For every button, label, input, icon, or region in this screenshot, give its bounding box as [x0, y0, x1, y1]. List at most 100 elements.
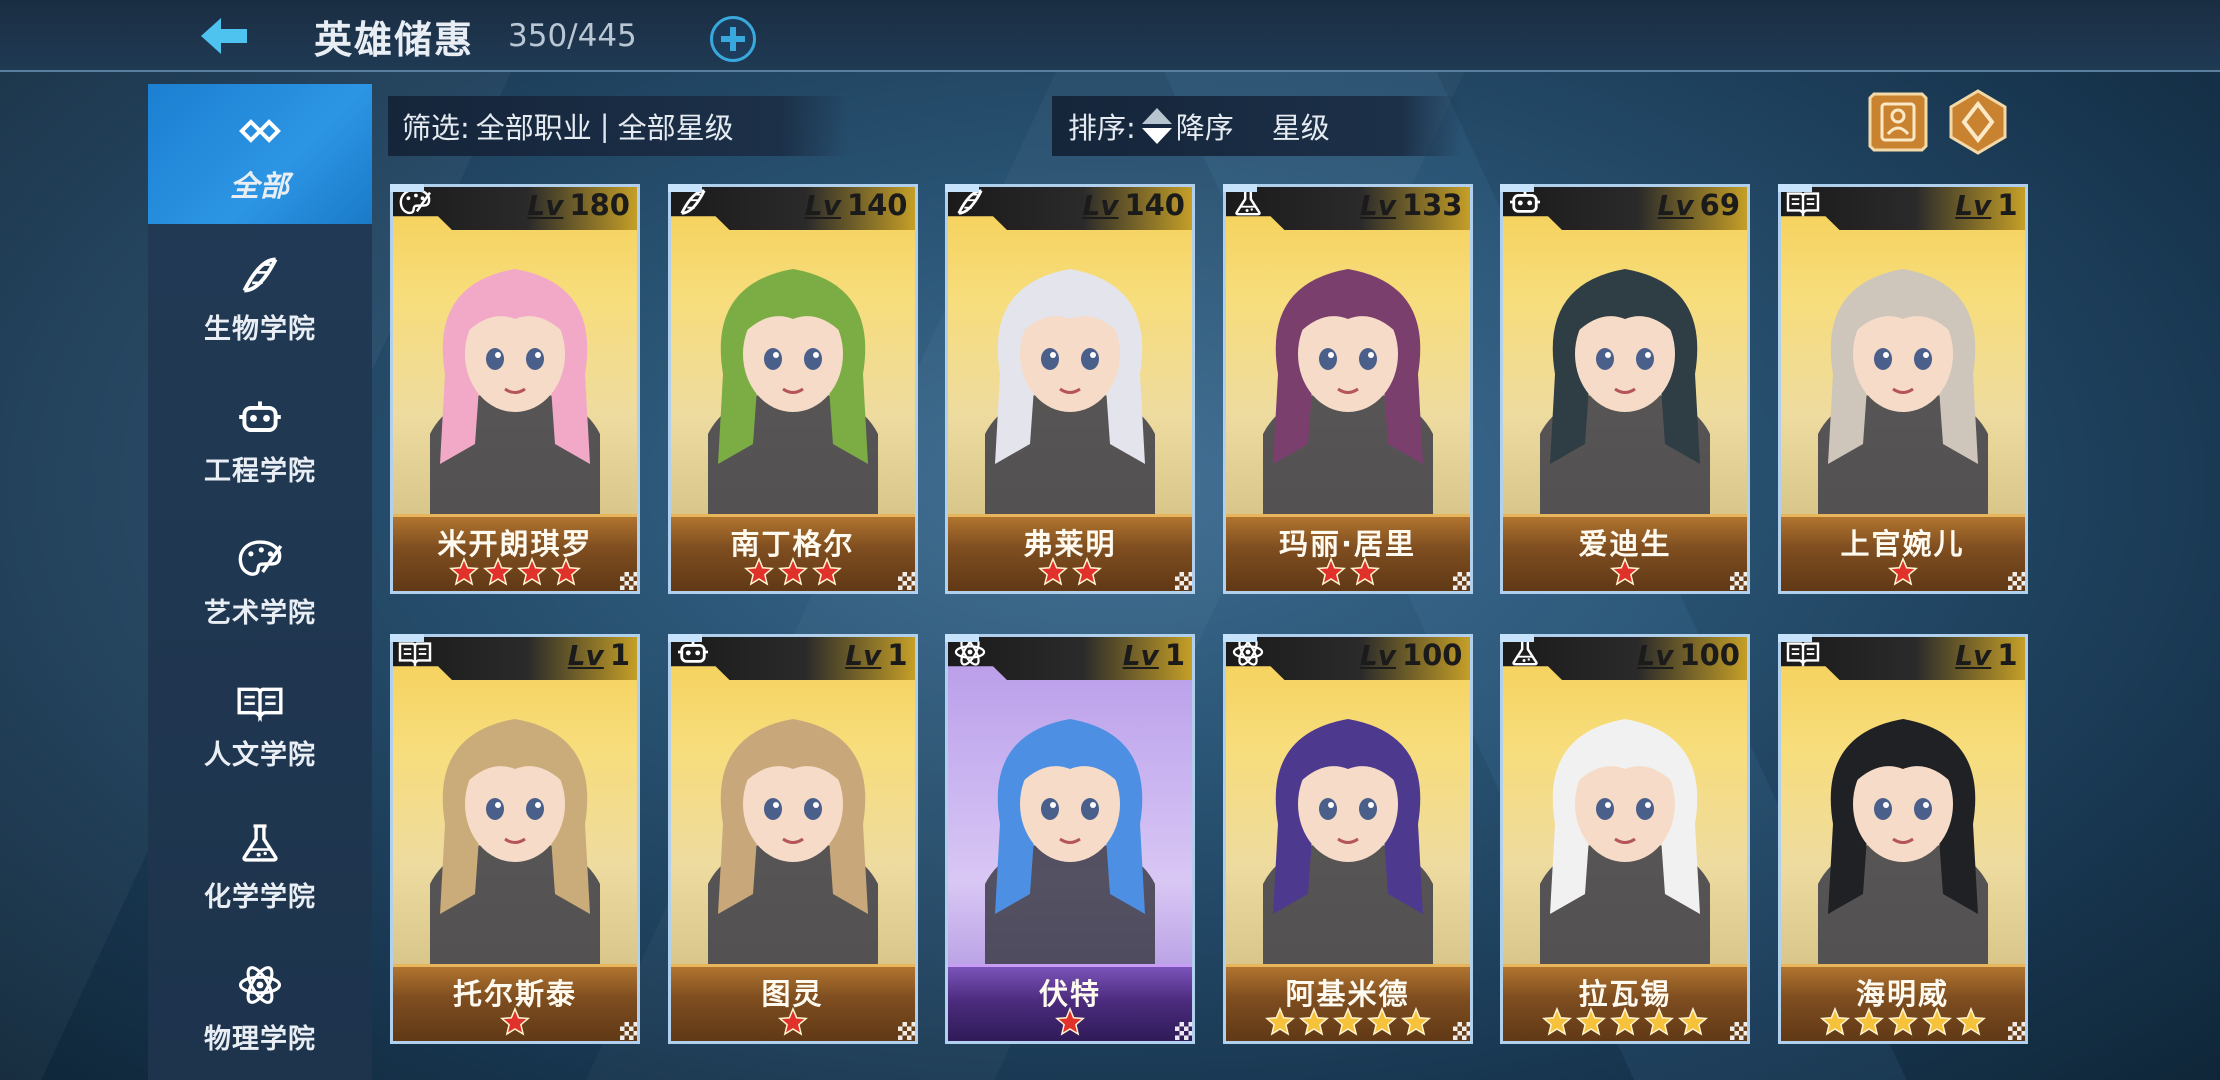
hero-name-bar: 图灵	[667, 964, 918, 1044]
checker-mark-icon	[620, 572, 638, 590]
sort-field-button[interactable]: 星级	[1272, 105, 1330, 147]
sidebar-item-flask[interactable]: 化学学院	[148, 794, 372, 934]
hero-portrait	[1777, 634, 2028, 964]
sidebar-item-book[interactable]: 人文学院	[148, 652, 372, 792]
hero-card[interactable]: Lv 1 海明威	[1777, 634, 2028, 1044]
sidebar-item-label: 全部	[229, 169, 290, 203]
level-prefix: Lv	[845, 638, 882, 672]
hero-card[interactable]: Lv 133 玛丽·居里	[1222, 184, 1473, 594]
hero-card[interactable]: Lv 180 米开朗琪罗	[390, 184, 640, 594]
hero-card[interactable]: Lv 1 伏特	[945, 634, 1195, 1044]
hero-level: Lv 140	[805, 188, 908, 222]
add-capacity-button[interactable]	[710, 16, 756, 62]
sidebar-item-atom[interactable]: 物理学院	[148, 936, 372, 1076]
hero-stars	[1223, 556, 1473, 589]
hero-stars	[1223, 1006, 1473, 1039]
hero-name-bar: 拉瓦锡	[1500, 964, 1750, 1044]
profile-card-button[interactable]	[1864, 88, 1932, 156]
star-icon	[1609, 1006, 1641, 1039]
star-icon	[1921, 1006, 1952, 1039]
hero-artwork	[1778, 224, 2028, 514]
level-prefix: Lv	[1657, 188, 1694, 222]
hero-portrait	[1500, 184, 1750, 514]
hero-card[interactable]: Lv 1 图灵	[667, 634, 918, 1044]
level-prefix: Lv	[527, 188, 564, 222]
hero-portrait	[390, 184, 640, 514]
flask-icon	[1506, 637, 1544, 667]
hero-card[interactable]: Lv 100 阿基米德	[1222, 634, 1473, 1044]
star-icon	[1955, 1006, 1986, 1039]
hero-artwork	[390, 224, 640, 514]
hero-stars	[945, 1006, 1195, 1039]
book-icon	[396, 637, 434, 667]
hero-portrait	[667, 184, 918, 514]
hero-artwork	[1223, 224, 1473, 514]
hero-name-bar: 上官婉儿	[1777, 514, 2028, 594]
book-icon	[1784, 187, 1822, 217]
sidebar-item-label: 工程学院	[204, 455, 316, 487]
sidebar-item-label: 艺术学院	[204, 597, 316, 629]
sidebar-item-dna[interactable]: 生物学院	[148, 226, 372, 366]
sort-order-icon[interactable]	[1140, 106, 1174, 146]
palette-icon	[396, 187, 434, 217]
hero-artwork	[1778, 674, 2028, 964]
checker-mark-icon	[2007, 572, 2026, 590]
star-icon	[550, 556, 582, 589]
hero-card[interactable]: Lv 69 爱迪生	[1500, 184, 1750, 594]
level-value: 1	[609, 638, 630, 672]
hero-card[interactable]: Lv 140 弗莱明	[945, 184, 1195, 594]
hero-card[interactable]: Lv 140 南丁格尔	[667, 184, 918, 594]
star-icon	[1332, 1006, 1363, 1039]
filter-profession[interactable]: 全部职业	[476, 105, 592, 147]
star-icon	[1541, 1006, 1573, 1039]
sidebar-item-palette[interactable]: 艺术学院	[148, 510, 372, 650]
filter-separator: |	[599, 109, 610, 143]
infinity-icon	[228, 103, 292, 159]
level-prefix: Lv	[1359, 188, 1396, 222]
hero-card[interactable]: Lv 1 上官婉儿	[1777, 184, 2028, 594]
hero-level: Lv 100	[1360, 638, 1463, 672]
dna-icon	[951, 187, 989, 217]
hero-name-bar: 海明威	[1777, 964, 2028, 1044]
college-sidebar: 全部生物学院工程学院艺术学院人文学院化学学院物理学院	[148, 84, 372, 1080]
hero-name-bar: 玛丽·居里	[1222, 514, 1473, 594]
checker-mark-icon	[1730, 1022, 1748, 1040]
hero-collection-screen: 英雄储惠 350/445 全部 生物学院 工程学院 艺术学院 人文学院 化学学院 物理学院 …	[0, 0, 2220, 1080]
filter-bar[interactable]: 筛选: 全部职业 | 全部星级	[388, 96, 848, 156]
level-value: 133	[1401, 188, 1463, 222]
hero-name-bar: 米开朗琪罗	[390, 514, 640, 594]
sidebar-item-all[interactable]: 全部	[148, 84, 372, 224]
hero-card[interactable]: Lv 1 托尔斯泰	[390, 634, 640, 1044]
star-icon	[777, 1006, 808, 1039]
atom-icon	[1229, 637, 1267, 667]
checker-mark-icon	[1452, 572, 1471, 590]
hero-artwork	[1500, 674, 1750, 964]
hero-stars	[668, 1006, 918, 1039]
hero-level: Lv 69	[1658, 188, 1740, 222]
hero-stars	[1500, 1006, 1750, 1039]
hero-level: Lv 1	[1955, 188, 2017, 222]
star-icon	[1887, 556, 1918, 589]
sort-bar: 排序: 降序 星级	[1052, 96, 1462, 156]
level-prefix: Lv	[1122, 638, 1159, 672]
sort-order-button[interactable]: 降序	[1176, 105, 1234, 147]
hero-level: Lv 180	[527, 188, 630, 222]
sidebar-item-robot[interactable]: 工程学院	[148, 368, 372, 508]
back-button[interactable]	[196, 12, 252, 60]
level-value: 69	[1699, 188, 1740, 222]
book-icon	[228, 673, 292, 729]
hero-card[interactable]: Lv 100 拉瓦锡	[1500, 634, 1750, 1044]
filter-stars[interactable]: 全部星级	[618, 105, 734, 147]
hero-count: 350/445	[508, 18, 637, 54]
star-icon	[743, 556, 774, 589]
hero-portrait	[1222, 634, 1473, 964]
settings-button[interactable]	[1944, 88, 2012, 156]
sidebar-item-label: 化学学院	[204, 881, 316, 913]
star-icon	[1400, 1006, 1431, 1039]
filter-label: 筛选:	[402, 111, 470, 145]
hero-name-bar: 伏特	[945, 964, 1195, 1044]
star-icon	[516, 556, 548, 589]
level-prefix: Lv	[1955, 638, 1992, 672]
sidebar-item-label: 物理学院	[204, 1023, 316, 1055]
top-bar: 英雄储惠 350/445	[0, 0, 2220, 72]
